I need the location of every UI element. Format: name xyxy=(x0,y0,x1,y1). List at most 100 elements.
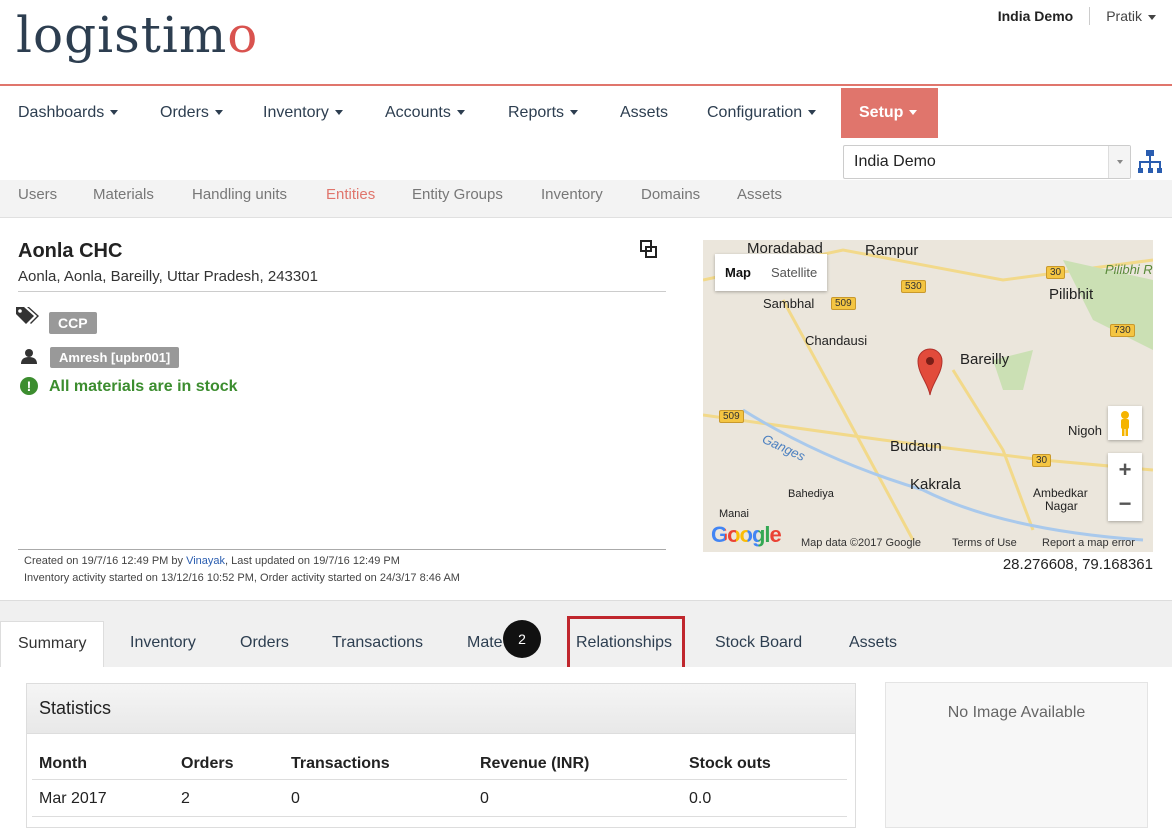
tab-materials[interactable]: Mate xyxy=(467,621,503,669)
nav-setup[interactable]: Setup xyxy=(841,88,938,138)
statistics-title: Statistics xyxy=(27,684,855,734)
select-arrow-icon[interactable] xyxy=(1108,146,1130,178)
user-area: India Demo Pratik xyxy=(998,7,1156,25)
domain-select[interactable]: India Demo xyxy=(843,145,1131,179)
subnav-materials[interactable]: Materials xyxy=(93,180,154,218)
subnav-inventory[interactable]: Inventory xyxy=(541,180,603,218)
zoom-control: + − xyxy=(1108,453,1142,521)
divider xyxy=(18,549,666,550)
pegman-icon[interactable] xyxy=(1108,406,1142,440)
alert-circle-icon: ! xyxy=(20,377,38,395)
nav-configuration[interactable]: Configuration xyxy=(707,88,817,138)
map-data-attribution: Map data ©2017 Google xyxy=(801,537,922,549)
chevron-down-icon xyxy=(334,110,343,116)
nav-assets[interactable]: Assets xyxy=(620,88,668,138)
chevron-down-icon xyxy=(214,110,223,116)
divider xyxy=(18,291,666,292)
step-marker: 2 xyxy=(503,620,541,658)
no-image-placeholder: No Image Available xyxy=(885,682,1148,828)
user-badge[interactable]: Amresh [upbr001] xyxy=(50,347,180,368)
nav-reports[interactable]: Reports xyxy=(508,88,579,138)
column-header: Month xyxy=(39,755,87,772)
map-label: Pilibhi Rese xyxy=(1105,262,1153,277)
tab-transactions[interactable]: Transactions xyxy=(332,621,423,669)
road-badge: 730 xyxy=(1110,324,1135,337)
road-badge: 509 xyxy=(719,410,744,423)
map-label: Manai xyxy=(719,508,749,520)
top-bar: logistimo India Demo Pratik xyxy=(0,0,1172,86)
map-label: Moradabad xyxy=(747,240,823,257)
road-badge: 30 xyxy=(1032,454,1052,467)
column-header: Orders xyxy=(181,755,234,772)
current-domain: India Demo xyxy=(997,8,1074,24)
chevron-down-icon xyxy=(570,110,579,116)
map-label: Nigoh xyxy=(1068,423,1102,438)
column-header: Stock outs xyxy=(689,755,771,772)
nav-orders[interactable]: Orders xyxy=(160,88,223,138)
chevron-down-icon xyxy=(110,110,119,116)
chevron-down-icon xyxy=(1148,14,1156,20)
road-badge: 30 xyxy=(1046,266,1066,279)
table-cell: 0.0 xyxy=(689,790,712,807)
tab-summary[interactable]: Summary xyxy=(0,621,105,669)
google-logo: Google xyxy=(711,522,782,547)
user-icon xyxy=(21,349,37,364)
logistimo-logo[interactable]: logistimo xyxy=(16,6,258,64)
map-label: Kakrala xyxy=(910,476,961,493)
table-cell: 0 xyxy=(480,790,489,807)
location-pin-icon[interactable] xyxy=(917,348,943,396)
map-tab-satellite[interactable]: Satellite xyxy=(761,254,827,291)
chevron-down-icon xyxy=(808,110,817,116)
map-label: Rampur xyxy=(865,242,919,259)
user-menu[interactable]: Pratik xyxy=(1106,8,1156,24)
setup-subnav: Users Materials Handling units Entities … xyxy=(0,180,1172,218)
nav-inventory[interactable]: Inventory xyxy=(263,88,343,138)
subnav-assets[interactable]: Assets xyxy=(737,180,782,218)
subnav-handling-units[interactable]: Handling units xyxy=(192,180,287,218)
created-info: Created on 19/7/16 12:49 PM by Vinayak, … xyxy=(24,555,400,567)
report-map-error-link[interactable]: Report a map error xyxy=(1042,537,1135,549)
subnav-entity-groups[interactable]: Entity Groups xyxy=(412,180,503,218)
main-nav: Dashboards Orders Inventory Accounts Rep… xyxy=(0,88,1172,138)
nav-accounts[interactable]: Accounts xyxy=(385,88,465,138)
tab-stock-board[interactable]: Stock Board xyxy=(715,621,802,669)
copy-icon[interactable] xyxy=(640,240,658,260)
terms-link[interactable]: Terms of Use xyxy=(952,537,1017,549)
location-map[interactable]: Map Satellite Moradabad Rampur Pilibhi R… xyxy=(703,240,1153,552)
subnav-domains[interactable]: Domains xyxy=(641,180,700,218)
map-label: Bahediya xyxy=(788,488,834,500)
map-label: Nagar xyxy=(1045,499,1078,513)
road-badge: 509 xyxy=(831,297,856,310)
entity-address: Aonla, Aonla, Bareilly, Uttar Pradesh, 2… xyxy=(18,268,318,285)
zoom-out-button[interactable]: − xyxy=(1108,487,1142,521)
hierarchy-icon[interactable] xyxy=(1138,149,1162,175)
zoom-in-button[interactable]: + xyxy=(1108,453,1142,487)
relationships-highlight xyxy=(567,616,685,670)
road-badge: 530 xyxy=(901,280,926,293)
table-divider xyxy=(32,779,847,780)
table-cell: 2 xyxy=(181,790,190,807)
activity-info: Inventory activity started on 13/12/16 1… xyxy=(24,572,460,584)
map-label: Bareilly xyxy=(960,351,1010,368)
column-header: Transactions xyxy=(291,755,390,772)
tab-assets[interactable]: Assets xyxy=(849,621,897,669)
coordinates: 28.276608, 79.168361 xyxy=(1002,556,1153,573)
map-type-tabs: Map Satellite xyxy=(715,254,828,291)
map-label: Sambhal xyxy=(763,296,815,311)
entity-name: Aonla CHC xyxy=(18,240,123,262)
stock-status: All materials are in stock xyxy=(49,378,238,395)
tab-orders[interactable]: Orders xyxy=(240,621,289,669)
map-label: Budaun xyxy=(890,438,942,455)
subnav-users[interactable]: Users xyxy=(18,180,57,218)
tags-icon xyxy=(16,307,39,324)
creator-link[interactable]: Vinayak xyxy=(186,555,225,567)
table-cell: 0 xyxy=(291,790,300,807)
tab-inventory[interactable]: Inventory xyxy=(130,621,196,669)
map-tab-map[interactable]: Map xyxy=(715,254,761,291)
column-header: Revenue (INR) xyxy=(480,755,590,772)
subnav-entities[interactable]: Entities xyxy=(326,180,375,218)
nav-dashboards[interactable]: Dashboards xyxy=(18,88,119,138)
tag-badge: CCP xyxy=(49,312,97,334)
chevron-down-icon xyxy=(909,110,918,116)
chevron-down-icon xyxy=(456,110,465,116)
